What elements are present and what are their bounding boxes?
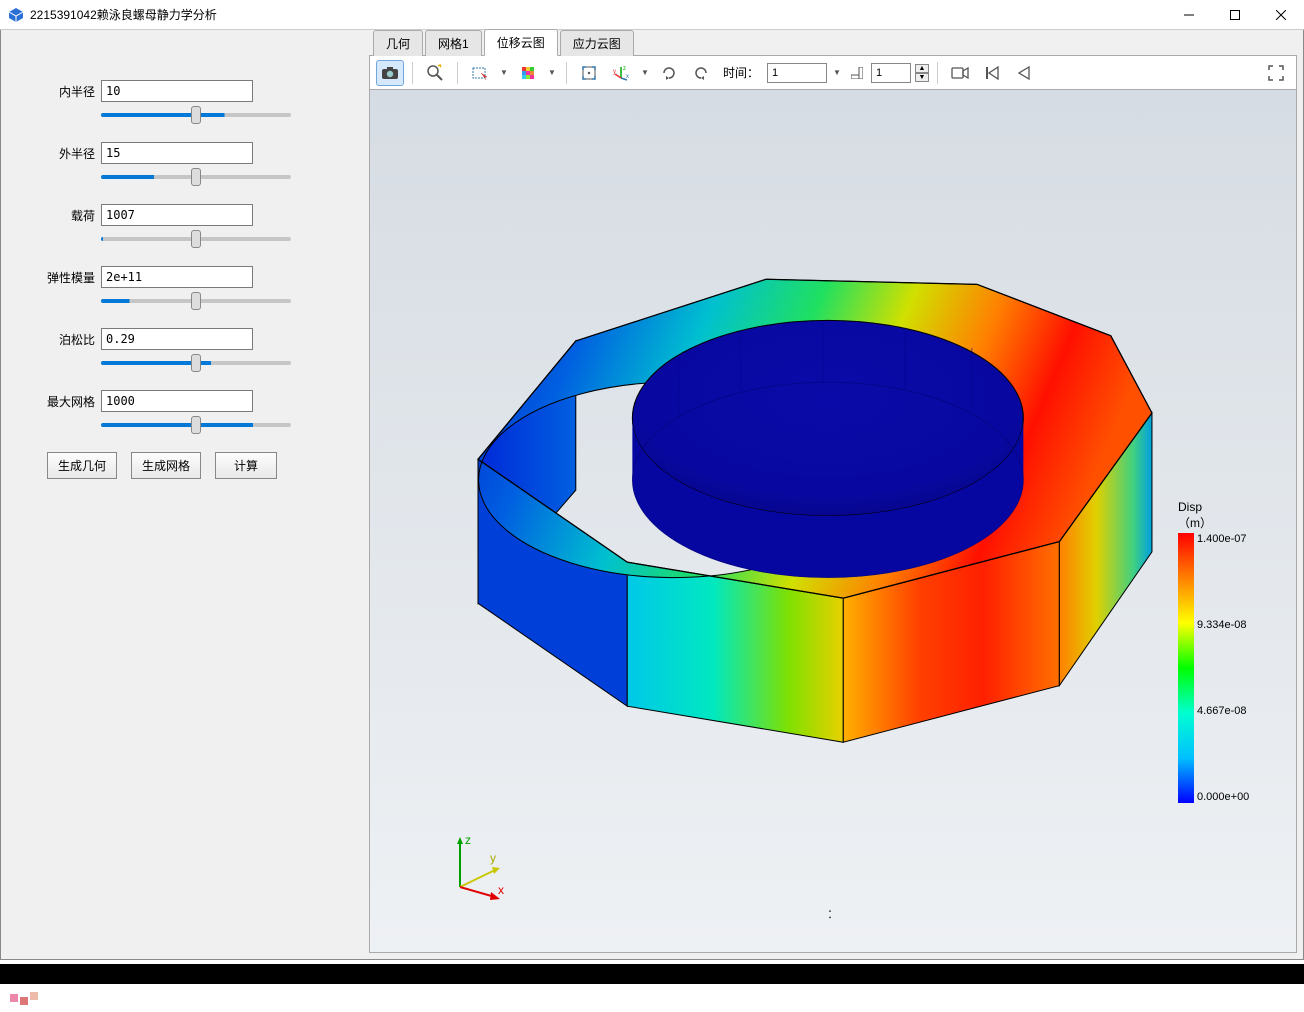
- input-modulus[interactable]: [101, 266, 253, 288]
- selection-icon[interactable]: [466, 60, 494, 86]
- tab-bar: 几何 网格1 位移云图 应力云图: [369, 30, 1297, 56]
- slider-modulus[interactable]: [101, 299, 291, 303]
- selection-dropdown[interactable]: ▼: [498, 60, 510, 86]
- svg-text:x: x: [498, 883, 504, 897]
- main-area: 几何 网格1 位移云图 应力云图 ▼: [369, 30, 1303, 959]
- legend-title-2: （m）: [1178, 516, 1278, 530]
- rotate-ccw-icon[interactable]: [687, 60, 715, 86]
- slider-outer-radius[interactable]: [101, 175, 291, 179]
- svg-text:z: z: [623, 66, 626, 72]
- maximize-button[interactable]: [1212, 0, 1258, 30]
- app-icon: [8, 7, 24, 23]
- svg-text:z: z: [465, 833, 471, 847]
- camera-icon[interactable]: [376, 60, 404, 86]
- fit-view-icon[interactable]: [575, 60, 603, 86]
- fullscreen-icon[interactable]: [1262, 60, 1290, 86]
- svg-text:y: y: [613, 69, 616, 75]
- label-max-mesh: 最大网格: [41, 393, 95, 410]
- step-input[interactable]: [871, 63, 911, 83]
- viewport-3d[interactable]: z y x Disp （m） 1.400e-07 9.334e-08: [369, 90, 1297, 953]
- step-last-icon[interactable]: [847, 60, 867, 86]
- label-load: 载荷: [41, 207, 95, 224]
- slider-load[interactable]: [101, 237, 291, 241]
- legend-title-1: Disp: [1178, 500, 1278, 514]
- close-button[interactable]: [1258, 0, 1304, 30]
- svg-text:x: x: [626, 74, 629, 80]
- time-dropdown[interactable]: ▼: [831, 60, 843, 86]
- legend-min: 0.000e+00: [1197, 791, 1249, 803]
- window-title: 2215391042赖泳良螺母静力学分析: [30, 6, 1166, 23]
- color-cube-icon[interactable]: [514, 60, 542, 86]
- axis-dropdown[interactable]: ▼: [639, 60, 651, 86]
- step-spinner[interactable]: ▲▼: [915, 64, 929, 82]
- minimize-button[interactable]: [1166, 0, 1212, 30]
- input-inner-radius[interactable]: [101, 80, 253, 102]
- axis-triad: z y x: [440, 832, 510, 902]
- input-outer-radius[interactable]: [101, 142, 253, 164]
- footer-shape-icons: [10, 994, 38, 1002]
- video-icon[interactable]: [946, 60, 974, 86]
- time-select[interactable]: [767, 63, 827, 83]
- slider-poisson[interactable]: [101, 361, 291, 365]
- axis-orientation-icon[interactable]: z y x: [607, 60, 635, 86]
- color-legend: Disp （m） 1.400e-07 9.334e-08 4.667e-08 0…: [1178, 500, 1278, 803]
- legend-mid1: 4.667e-08: [1197, 705, 1249, 717]
- input-max-mesh[interactable]: [101, 390, 253, 412]
- color-dropdown[interactable]: ▼: [546, 60, 558, 86]
- label-outer-radius: 外半径: [41, 145, 95, 162]
- viewport-footer-text: ：: [827, 905, 839, 922]
- tab-displacement[interactable]: 位移云图: [484, 29, 558, 56]
- legend-max: 1.400e-07: [1197, 533, 1249, 545]
- tab-stress[interactable]: 应力云图: [560, 30, 634, 56]
- legend-colorbar: [1178, 533, 1194, 803]
- generate-mesh-button[interactable]: 生成网格: [131, 452, 201, 479]
- tab-geometry[interactable]: 几何: [373, 30, 423, 56]
- generate-geometry-button[interactable]: 生成几何: [47, 452, 117, 479]
- skip-start-icon[interactable]: [978, 60, 1006, 86]
- legend-mid2: 9.334e-08: [1197, 619, 1249, 631]
- titlebar: 2215391042赖泳良螺母静力学分析: [0, 0, 1304, 30]
- slider-max-mesh[interactable]: [101, 423, 291, 427]
- label-poisson: 泊松比: [41, 331, 95, 348]
- label-inner-radius: 内半径: [41, 83, 95, 100]
- parameter-panel: 内半径 外半径 载荷 弹性模量 泊松比 最大网格 生: [1, 30, 369, 959]
- tab-mesh[interactable]: 网格1: [425, 30, 482, 56]
- play-back-icon[interactable]: [1010, 60, 1038, 86]
- slider-inner-radius[interactable]: [101, 113, 291, 117]
- label-modulus: 弹性模量: [41, 269, 95, 286]
- time-label: 时间：: [723, 64, 759, 81]
- viewport-toolbar: ▼ ▼ z y x ▼ 时间：: [369, 56, 1297, 90]
- input-poisson[interactable]: [101, 328, 253, 350]
- input-load[interactable]: [101, 204, 253, 226]
- app-footer: [0, 964, 1304, 1012]
- zoom-icon[interactable]: [421, 60, 449, 86]
- rotate-cw-icon[interactable]: [655, 60, 683, 86]
- compute-button[interactable]: 计算: [215, 452, 277, 479]
- svg-text:y: y: [490, 851, 496, 865]
